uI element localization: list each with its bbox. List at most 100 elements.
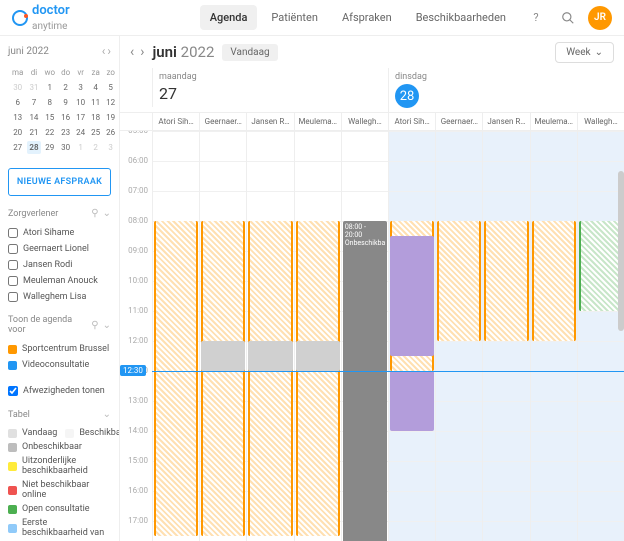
absences-checkbox[interactable] — [8, 386, 18, 396]
mini-day[interactable]: 12 — [104, 96, 117, 109]
scrollbar-thumb[interactable] — [618, 171, 624, 331]
cal-next-icon[interactable]: › — [140, 44, 144, 60]
provider-checkbox[interactable] — [8, 260, 18, 270]
mini-day[interactable]: 15 — [43, 111, 58, 124]
mini-day[interactable]: 4 — [89, 81, 102, 94]
mini-day[interactable]: 3 — [74, 81, 87, 94]
nav-beschikbaarheden[interactable]: Beschikbaarheden — [406, 5, 516, 30]
provider-checkbox[interactable] — [8, 276, 18, 286]
agenda-location-row[interactable]: Videoconsultatie — [8, 357, 111, 373]
calendar-event[interactable] — [296, 221, 340, 536]
mini-day[interactable]: 8 — [43, 96, 58, 109]
filter-icon[interactable]: ⚲ — [91, 320, 98, 331]
mini-day[interactable]: 19 — [104, 111, 117, 124]
provider-row[interactable]: Walleghem Lisa — [8, 289, 111, 305]
mini-day[interactable]: 22 — [43, 126, 58, 139]
chevron-down-icon[interactable]: ⌄ — [103, 320, 111, 331]
table-legend-header[interactable]: Tabel ⌄ — [8, 409, 111, 420]
schedule-column[interactable] — [388, 131, 435, 541]
nav-afspraken[interactable]: Afspraken — [332, 5, 402, 30]
mini-day[interactable]: 9 — [59, 96, 72, 109]
provider-checkbox[interactable] — [8, 244, 18, 254]
mini-day[interactable]: 2 — [89, 141, 102, 154]
provider-row[interactable]: Atori Sihame — [8, 225, 111, 241]
resource-header[interactable]: Jansen R… — [482, 113, 529, 130]
mini-day[interactable]: 3 — [104, 141, 117, 154]
agenda-location-row[interactable]: Sportcentrum Brussel — [8, 341, 111, 357]
calendar-event[interactable] — [390, 236, 434, 356]
calendar-event[interactable] — [579, 221, 623, 311]
mini-day[interactable]: 25 — [89, 126, 102, 139]
search-icon[interactable] — [556, 6, 580, 30]
mini-next-icon[interactable]: › — [107, 44, 111, 58]
schedule-column[interactable] — [152, 131, 199, 541]
schedule-column[interactable] — [199, 131, 246, 541]
provider-row[interactable]: Meuleman Anouck — [8, 273, 111, 289]
resource-header[interactable]: Jansen R… — [246, 113, 293, 130]
mini-day[interactable]: 1 — [74, 141, 87, 154]
mini-day[interactable]: 23 — [59, 126, 72, 139]
calendar-event[interactable] — [484, 221, 528, 341]
mini-day[interactable]: 1 — [43, 81, 58, 94]
mini-day[interactable]: 6 — [10, 96, 25, 109]
mini-day[interactable]: 20 — [10, 126, 25, 139]
resource-header[interactable]: Geernaer… — [199, 113, 246, 130]
mini-day[interactable]: 16 — [59, 111, 72, 124]
providers-header[interactable]: Zorgverlener ⚲⌄ — [8, 208, 111, 219]
schedule-column[interactable] — [530, 131, 577, 541]
mini-calendar[interactable]: madiwodovrzazo 3031123456789101112131415… — [8, 64, 119, 156]
view-selector[interactable]: Week⌄ — [555, 42, 614, 63]
schedule-column[interactable]: 08:00 - 20:00 Onbeschikba — [341, 131, 388, 541]
calendar-event[interactable] — [248, 341, 292, 371]
absences-toggle[interactable]: Afwezigheden tonen — [8, 383, 111, 399]
resource-header[interactable]: Atori Sih… — [152, 113, 199, 130]
today-button[interactable]: Vandaag — [222, 44, 277, 61]
mini-day[interactable]: 31 — [27, 81, 40, 94]
chevron-down-icon[interactable]: ⌄ — [103, 208, 111, 219]
new-appointment-button[interactable]: NIEUWE AFSPRAAK — [8, 168, 111, 196]
mini-day[interactable]: 10 — [74, 96, 87, 109]
calendar-event[interactable] — [390, 371, 434, 431]
resource-header[interactable]: Meulema… — [530, 113, 577, 130]
schedule-column[interactable] — [294, 131, 341, 541]
mini-day[interactable]: 29 — [43, 141, 58, 154]
schedule-column[interactable] — [482, 131, 529, 541]
resource-header[interactable]: Geernaer… — [435, 113, 482, 130]
calendar-event[interactable] — [437, 221, 481, 341]
mini-day[interactable]: 17 — [74, 111, 87, 124]
mini-day[interactable]: 28 — [27, 141, 40, 154]
nav-agenda[interactable]: Agenda — [200, 5, 258, 30]
resource-header[interactable]: Atori Sih… — [388, 113, 435, 130]
resource-header[interactable]: Meulema… — [294, 113, 341, 130]
mini-day[interactable]: 13 — [10, 111, 25, 124]
calendar-event[interactable] — [248, 221, 292, 536]
calendar-event[interactable] — [201, 341, 245, 371]
mini-day[interactable]: 30 — [10, 81, 25, 94]
chevron-down-icon[interactable]: ⌄ — [103, 409, 111, 420]
nav-patiënten[interactable]: Patiënten — [261, 5, 328, 30]
provider-checkbox[interactable] — [8, 292, 18, 302]
cal-prev-icon[interactable]: ‹ — [130, 44, 134, 60]
resource-header[interactable]: Wallegh… — [341, 113, 388, 130]
resource-header[interactable]: Wallegh… — [577, 113, 624, 130]
help-icon[interactable]: ? — [524, 6, 548, 30]
mini-day[interactable]: 26 — [104, 126, 117, 139]
mini-day[interactable]: 2 — [59, 81, 72, 94]
provider-checkbox[interactable] — [8, 228, 18, 238]
mini-day[interactable]: 27 — [10, 141, 25, 154]
provider-row[interactable]: Jansen Rodi — [8, 257, 111, 273]
mini-day[interactable]: 24 — [74, 126, 87, 139]
agenda-for-header[interactable]: Toon de agenda voor ⚲⌄ — [8, 315, 111, 335]
calendar-event[interactable] — [154, 221, 198, 536]
calendar-event[interactable]: 08:00 - 20:00 Onbeschikba — [343, 221, 387, 541]
avatar[interactable]: JR — [588, 6, 612, 30]
mini-prev-icon[interactable]: ‹ — [102, 44, 106, 58]
calendar-event[interactable] — [296, 341, 340, 371]
mini-day[interactable]: 5 — [104, 81, 117, 94]
mini-day[interactable]: 30 — [59, 141, 72, 154]
mini-day[interactable]: 21 — [27, 126, 40, 139]
schedule-column[interactable] — [435, 131, 482, 541]
calendar-event[interactable] — [532, 221, 576, 341]
schedule-column[interactable] — [246, 131, 293, 541]
mini-day[interactable]: 18 — [89, 111, 102, 124]
